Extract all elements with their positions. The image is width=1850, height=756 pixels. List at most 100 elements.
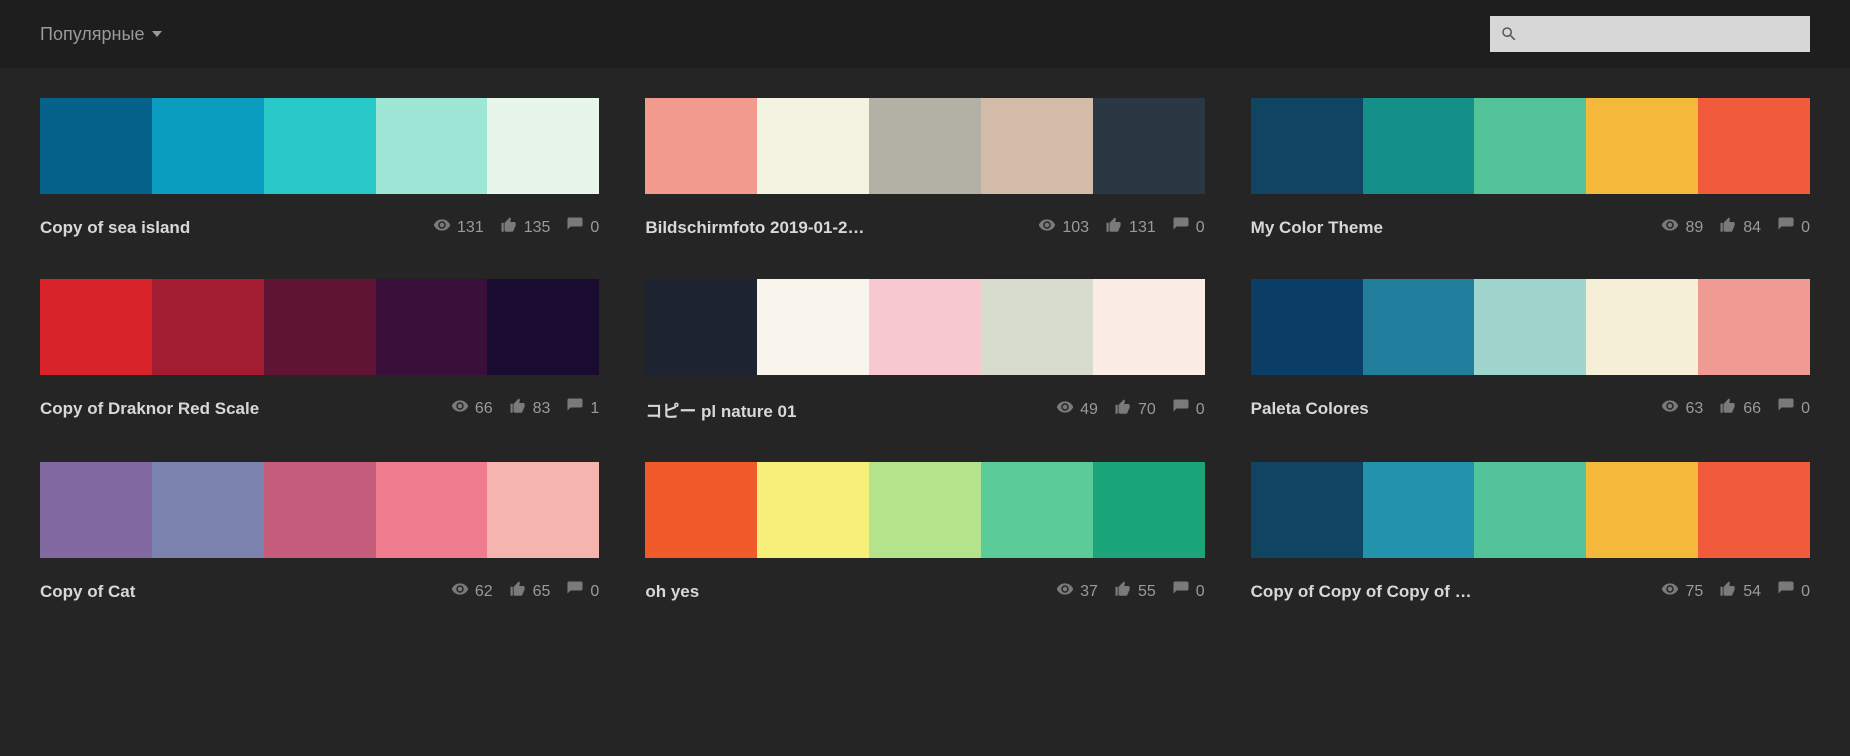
likes-stat[interactable]: 66 (1719, 397, 1761, 420)
color-swatch[interactable] (264, 98, 376, 194)
views-stat[interactable]: 62 (451, 580, 493, 603)
color-swatch[interactable] (1093, 462, 1205, 558)
search-input[interactable] (1490, 16, 1810, 52)
comments-stat[interactable]: 0 (1172, 398, 1205, 421)
views-stat[interactable]: 75 (1661, 580, 1703, 603)
theme-card[interactable]: Copy of sea island 131 135 0 (40, 98, 599, 239)
color-swatch[interactable] (869, 98, 981, 194)
color-swatch[interactable] (981, 279, 1093, 375)
comments-stat[interactable]: 0 (1172, 216, 1205, 239)
likes-stat[interactable]: 84 (1719, 216, 1761, 239)
theme-title[interactable]: Copy of sea island (40, 218, 421, 238)
color-swatch[interactable] (981, 98, 1093, 194)
theme-title[interactable]: oh yes (645, 582, 1044, 602)
views-stat[interactable]: 63 (1661, 397, 1703, 420)
color-swatch[interactable] (264, 462, 376, 558)
color-swatch[interactable] (1093, 98, 1205, 194)
theme-title[interactable]: Bildschirmfoto 2019-01-2… (645, 218, 1026, 238)
comments-stat[interactable]: 0 (1172, 580, 1205, 603)
color-swatch[interactable] (1251, 98, 1363, 194)
color-swatch[interactable] (487, 98, 599, 194)
color-swatch[interactable] (1474, 98, 1586, 194)
color-swatch[interactable] (487, 462, 599, 558)
views-stat-value: 103 (1062, 219, 1089, 237)
theme-card[interactable]: Paleta Colores 63 66 0 (1251, 279, 1810, 422)
color-swatch[interactable] (757, 279, 869, 375)
color-swatch[interactable] (1474, 279, 1586, 375)
theme-title[interactable]: コピー pl nature 01 (645, 397, 1044, 422)
color-swatch[interactable] (152, 279, 264, 375)
likes-stat[interactable]: 83 (509, 397, 551, 420)
color-swatch[interactable] (1698, 98, 1810, 194)
theme-card[interactable]: Copy of Cat 62 65 0 (40, 462, 599, 603)
likes-stat[interactable]: 54 (1719, 580, 1761, 603)
views-stat[interactable]: 37 (1056, 580, 1098, 603)
color-swatch[interactable] (1698, 279, 1810, 375)
color-swatch[interactable] (1698, 462, 1810, 558)
color-swatch[interactable] (869, 279, 981, 375)
color-swatch[interactable] (1586, 279, 1698, 375)
theme-card[interactable]: My Color Theme 89 84 0 (1251, 98, 1810, 239)
likes-stat[interactable]: 65 (509, 580, 551, 603)
color-swatch[interactable] (1363, 98, 1475, 194)
comments-stat-value: 0 (1801, 400, 1810, 418)
color-swatch[interactable] (1474, 462, 1586, 558)
comments-stat[interactable]: 1 (566, 397, 599, 420)
views-stat[interactable]: 66 (451, 397, 493, 420)
color-swatch[interactable] (981, 462, 1093, 558)
color-swatch[interactable] (1251, 462, 1363, 558)
comments-stat[interactable]: 0 (1777, 216, 1810, 239)
views-stat[interactable]: 131 (433, 216, 484, 239)
comments-stat[interactable]: 0 (1777, 397, 1810, 420)
color-swatch[interactable] (757, 462, 869, 558)
theme-title[interactable]: Paleta Colores (1251, 399, 1650, 419)
color-swatch[interactable] (152, 462, 264, 558)
views-icon (1661, 580, 1679, 598)
theme-card[interactable]: oh yes 37 55 0 (645, 462, 1204, 603)
color-swatch[interactable] (487, 279, 599, 375)
theme-card[interactable]: Copy of Copy of Copy of … 75 54 0 (1251, 462, 1810, 603)
color-swatch[interactable] (1363, 279, 1475, 375)
color-swatch[interactable] (1586, 462, 1698, 558)
color-swatch[interactable] (40, 279, 152, 375)
comments-stat[interactable]: 0 (566, 580, 599, 603)
color-swatch[interactable] (645, 98, 757, 194)
color-swatch[interactable] (152, 98, 264, 194)
color-swatch[interactable] (1363, 462, 1475, 558)
color-swatch[interactable] (645, 462, 757, 558)
theme-card[interactable]: Copy of Draknor Red Scale 66 83 1 (40, 279, 599, 422)
color-swatch[interactable] (869, 462, 981, 558)
views-stat[interactable]: 103 (1038, 216, 1089, 239)
likes-stat[interactable]: 70 (1114, 398, 1156, 421)
color-swatch[interactable] (376, 98, 488, 194)
color-swatch[interactable] (645, 279, 757, 375)
color-swatch[interactable] (40, 98, 152, 194)
comments-stat[interactable]: 0 (566, 216, 599, 239)
views-stat-value: 62 (475, 583, 493, 601)
likes-stat-icon (1719, 216, 1737, 239)
color-swatch[interactable] (1251, 279, 1363, 375)
comments-stat-icon (1777, 580, 1795, 603)
likes-stat[interactable]: 135 (500, 216, 551, 239)
comments-stat[interactable]: 0 (1777, 580, 1810, 603)
color-swatch[interactable] (1093, 279, 1205, 375)
color-swatch[interactable] (376, 462, 488, 558)
color-swatch[interactable] (376, 279, 488, 375)
color-swatch[interactable] (40, 462, 152, 558)
theme-title[interactable]: Copy of Cat (40, 582, 439, 602)
color-swatch[interactable] (264, 279, 376, 375)
views-stat[interactable]: 49 (1056, 398, 1098, 421)
likes-stat[interactable]: 131 (1105, 216, 1156, 239)
likes-stat[interactable]: 55 (1114, 580, 1156, 603)
theme-card[interactable]: Bildschirmfoto 2019-01-2… 103 131 0 (645, 98, 1204, 239)
filter-dropdown[interactable]: Популярные (40, 24, 162, 45)
theme-title[interactable]: My Color Theme (1251, 218, 1650, 238)
views-stat[interactable]: 89 (1661, 216, 1703, 239)
color-swatch[interactable] (1586, 98, 1698, 194)
color-swatch[interactable] (757, 98, 869, 194)
theme-title[interactable]: Copy of Copy of Copy of … (1251, 582, 1650, 602)
theme-card[interactable]: コピー pl nature 01 49 70 0 (645, 279, 1204, 422)
views-icon (1056, 580, 1074, 598)
theme-title[interactable]: Copy of Draknor Red Scale (40, 399, 439, 419)
views-stat-icon (451, 580, 469, 603)
